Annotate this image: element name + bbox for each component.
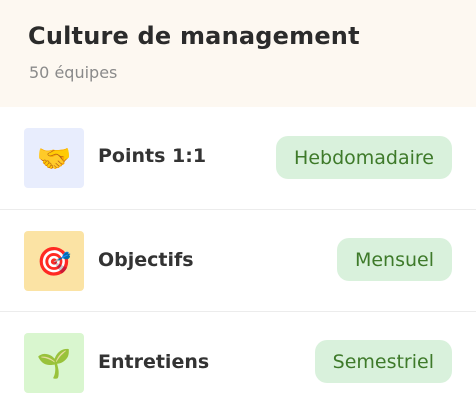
seedling-icon: 🌱 bbox=[24, 333, 84, 393]
card-header: Culture de management 50 équipes bbox=[0, 0, 476, 107]
item-label: Points 1:1 bbox=[98, 145, 207, 167]
handshake-icon: 🤝 bbox=[24, 128, 84, 188]
frequency-badge: Semestriel bbox=[314, 340, 452, 383]
item-label: Objectifs bbox=[98, 249, 194, 271]
card-title: Culture de management bbox=[28, 22, 360, 50]
seedling-glyph: 🌱 bbox=[36, 346, 72, 380]
list-item-objectives[interactable]: 🎯 Objectifs Mensuel bbox=[0, 209, 476, 311]
target-icon: 🎯 bbox=[24, 231, 84, 291]
list-item-reviews[interactable]: 🌱 Entretiens Semestriel bbox=[0, 311, 476, 412]
item-label: Entretiens bbox=[98, 351, 210, 373]
handshake-glyph: 🤝 bbox=[36, 141, 72, 175]
frequency-badge: Mensuel bbox=[336, 238, 452, 281]
team-count: 50 équipes bbox=[29, 63, 118, 82]
frequency-badge: Hebdomadaire bbox=[276, 136, 452, 179]
target-glyph: 🎯 bbox=[36, 244, 72, 278]
management-culture-card: Culture de management 50 équipes 🤝 Point… bbox=[0, 0, 476, 412]
list-item-one-on-ones[interactable]: 🤝 Points 1:1 Hebdomadaire bbox=[0, 107, 476, 209]
